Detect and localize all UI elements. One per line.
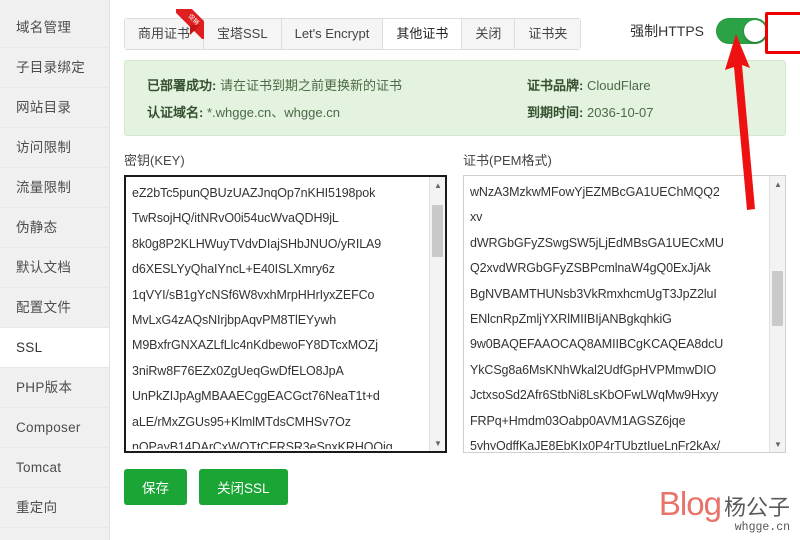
force-https-control: 强制HTTPS bbox=[620, 12, 778, 50]
cert-textarea[interactable]: wNzA3MzkwMFowYjEZMBcGA1UEChMQQ2 xv dWRGb… bbox=[463, 175, 786, 453]
sidebar-item-label: 流量限制 bbox=[16, 180, 72, 195]
alert-right-column: 证书品牌: CloudFlare 到期时间: 2036-10-07 bbox=[527, 75, 653, 121]
scroll-up-icon[interactable]: ▲ bbox=[430, 177, 445, 193]
close-ssl-button[interactable]: 关闭SSL bbox=[199, 469, 288, 505]
cert-brand-label: 证书品牌: bbox=[527, 78, 584, 93]
scrollbar-thumb[interactable] bbox=[432, 205, 443, 257]
ssl-settings-page: 域名管理 子目录绑定 网站目录 访问限制 流量限制 伪静态 默认文档 配置文件 … bbox=[0, 0, 800, 540]
sidebar-item-label: 子目录绑定 bbox=[16, 60, 85, 75]
sidebar-item-traffic-limit[interactable]: 流量限制 bbox=[0, 168, 109, 208]
tab-label: 商用证书 bbox=[138, 26, 191, 41]
alert-left-column: 已部署成功: 请在证书到期之前更换新的证书 认证域名: *.whgge.cn、w… bbox=[147, 75, 527, 121]
tab-lets-encrypt[interactable]: Let's Encrypt bbox=[281, 19, 384, 49]
sidebar-item-access-limit[interactable]: 访问限制 bbox=[0, 128, 109, 168]
save-button[interactable]: 保存 bbox=[124, 469, 187, 505]
sidebar-item-tomcat[interactable]: Tomcat bbox=[0, 448, 109, 488]
main-panel: 商用证书 促销 宝塔SSL Let's Encrypt 其他证书 关闭 证书夹 … bbox=[110, 0, 800, 540]
sidebar-item-label: PHP版本 bbox=[16, 380, 73, 395]
tab-cert-folder[interactable]: 证书夹 bbox=[515, 19, 581, 49]
force-https-toggle[interactable] bbox=[716, 18, 768, 44]
sidebar-item-label: 默认文档 bbox=[16, 260, 72, 275]
sidebar-item-label: 网站目录 bbox=[16, 100, 72, 115]
sidebar-item-label: 域名管理 bbox=[16, 20, 72, 35]
key-textarea-value: eZ2bTc5punQBUzUAZJnqOp7nKHI5198pok TwRso… bbox=[132, 186, 393, 449]
cert-domain-value: *.whgge.cn、whgge.cn bbox=[206, 105, 340, 120]
cert-scrollbar[interactable]: ▲ ▼ bbox=[769, 176, 785, 452]
tab-bt-ssl[interactable]: 宝塔SSL bbox=[204, 19, 282, 49]
deploy-status-row: 已部署成功: 请在证书到期之前更换新的证书 bbox=[147, 75, 527, 94]
sidebar-item-rewrite[interactable]: 伪静态 bbox=[0, 208, 109, 248]
sidebar-item-redirect[interactable]: 重定向 bbox=[0, 488, 109, 528]
cert-expire-value: 2036-10-07 bbox=[586, 105, 654, 120]
tab-label: 其他证书 bbox=[396, 26, 449, 41]
sidebar-item-label: SSL bbox=[16, 340, 43, 355]
force-https-label: 强制HTTPS bbox=[630, 23, 704, 39]
sidebar-item-webdir[interactable]: 网站目录 bbox=[0, 88, 109, 128]
sidebar-item-config-file[interactable]: 配置文件 bbox=[0, 288, 109, 328]
cert-tabbar: 商用证书 促销 宝塔SSL Let's Encrypt 其他证书 关闭 证书夹 … bbox=[124, 0, 800, 54]
cert-brand-value: CloudFlare bbox=[586, 78, 651, 93]
deploy-status-text: 请在证书到期之前更换新的证书 bbox=[219, 78, 402, 93]
cert-status-alert: 已部署成功: 请在证书到期之前更换新的证书 认证域名: *.whgge.cn、w… bbox=[124, 60, 786, 136]
tab-label: 关闭 bbox=[475, 26, 502, 41]
sidebar-item-ssl[interactable]: SSL bbox=[0, 328, 109, 368]
cert-expire-row: 到期时间: 2036-10-07 bbox=[527, 102, 653, 121]
tab-label: Let's Encrypt bbox=[294, 26, 370, 41]
cert-textarea-value: wNzA3MzkwMFowYjEZMBcGA1UEChMQQ2 xv dWRGb… bbox=[470, 185, 724, 450]
cert-field-label: 证书(PEM格式) bbox=[463, 153, 552, 168]
scroll-down-icon[interactable]: ▼ bbox=[430, 435, 445, 451]
tab-label: 证书夹 bbox=[528, 26, 568, 41]
sidebar-item-domain[interactable]: 域名管理 bbox=[0, 8, 109, 48]
cert-fields: 密钥(KEY) eZ2bTc5punQBUzUAZJnqOp7nKHI5198p… bbox=[124, 150, 786, 453]
sidebar-item-subdir[interactable]: 子目录绑定 bbox=[0, 48, 109, 88]
key-textarea[interactable]: eZ2bTc5punQBUzUAZJnqOp7nKHI5198pok TwRso… bbox=[124, 175, 447, 453]
sidebar-item-php-version[interactable]: PHP版本 bbox=[0, 368, 109, 408]
sidebar-item-label: Composer bbox=[16, 420, 81, 435]
scroll-up-icon[interactable]: ▲ bbox=[770, 176, 785, 192]
sidebar-item-label: 伪静态 bbox=[16, 220, 58, 235]
scrollbar-thumb[interactable] bbox=[772, 271, 783, 326]
key-field-group: 密钥(KEY) eZ2bTc5punQBUzUAZJnqOp7nKHI5198p… bbox=[124, 150, 447, 453]
tab-label: 宝塔SSL bbox=[217, 26, 268, 41]
sidebar-item-label: 访问限制 bbox=[16, 140, 72, 155]
cert-expire-label: 到期时间: bbox=[527, 105, 584, 120]
toggle-knob bbox=[744, 20, 766, 42]
cert-field-group: 证书(PEM格式) wNzA3MzkwMFowYjEZMBcGA1UEChMQQ… bbox=[463, 150, 786, 453]
tab-close[interactable]: 关闭 bbox=[462, 19, 516, 49]
cert-brand-row: 证书品牌: CloudFlare bbox=[527, 75, 653, 94]
cert-domain-label: 认证域名: bbox=[147, 105, 204, 120]
deploy-status-label: 已部署成功: bbox=[147, 78, 217, 93]
cert-tabs: 商用证书 促销 宝塔SSL Let's Encrypt 其他证书 关闭 证书夹 bbox=[124, 9, 582, 50]
sidebar-item-default-doc[interactable]: 默认文档 bbox=[0, 248, 109, 288]
action-buttons: 保存 关闭SSL bbox=[124, 469, 786, 505]
cert-domain-row: 认证域名: *.whgge.cn、whgge.cn bbox=[147, 102, 527, 121]
key-field-label: 密钥(KEY) bbox=[124, 153, 185, 168]
sidebar-item-label: 重定向 bbox=[16, 500, 58, 515]
sidebar-item-label: Tomcat bbox=[16, 460, 62, 475]
sidebar: 域名管理 子目录绑定 网站目录 访问限制 流量限制 伪静态 默认文档 配置文件 … bbox=[0, 0, 110, 540]
tab-other-cert[interactable]: 其他证书 bbox=[383, 19, 463, 49]
sidebar-item-composer[interactable]: Composer bbox=[0, 408, 109, 448]
scroll-down-icon[interactable]: ▼ bbox=[770, 436, 785, 452]
sidebar-item-label: 配置文件 bbox=[16, 300, 72, 315]
watermark-url: whgge.cn bbox=[734, 521, 790, 534]
key-scrollbar[interactable]: ▲ ▼ bbox=[429, 177, 445, 451]
tab-commercial-cert[interactable]: 商用证书 促销 bbox=[125, 9, 213, 49]
